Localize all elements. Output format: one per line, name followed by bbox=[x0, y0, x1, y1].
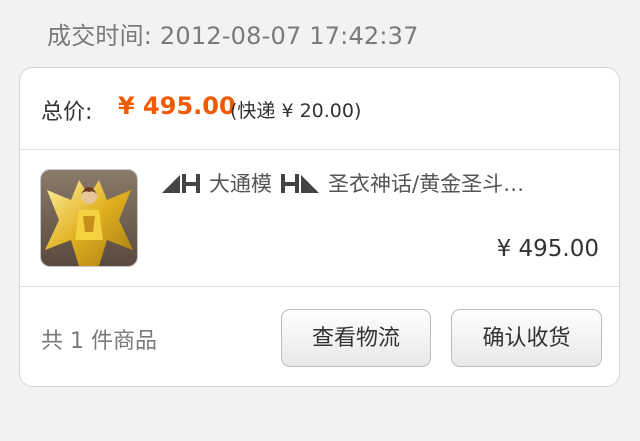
confirm-receipt-button[interactable]: 确认收货 bbox=[451, 309, 602, 367]
view-logistics-button[interactable]: 查看物流 bbox=[281, 309, 431, 367]
order-card: 总价: ¥ 495.00 (快递 ¥ 20.00) 大通模 圣衣神话/黄金圣斗…… bbox=[19, 67, 620, 387]
order-item[interactable]: 大通模 圣衣神话/黄金圣斗… ¥ 495.00 bbox=[20, 150, 619, 287]
item-title-part1: 大通模 bbox=[209, 172, 272, 196]
item-count: 共 1 件商品 bbox=[41, 329, 157, 354]
item-price: ¥ 495.00 bbox=[496, 236, 599, 262]
total-label: 总价: bbox=[41, 100, 93, 125]
item-title-part2: 圣衣神话/黄金圣斗… bbox=[328, 172, 525, 196]
order-total-row: 总价: ¥ 495.00 (快递 ¥ 20.00) bbox=[20, 68, 619, 150]
shipping-note: (快递 ¥ 20.00) bbox=[230, 100, 362, 122]
brand-logo-left-icon bbox=[161, 171, 203, 195]
brand-logo-right-icon bbox=[280, 171, 322, 195]
product-thumbnail[interactable] bbox=[40, 169, 138, 267]
order-footer: 共 1 件商品 查看物流 确认收货 bbox=[20, 287, 619, 386]
order-time: 成交时间: 2012-08-07 17:42:37 bbox=[47, 22, 419, 50]
total-price: ¥ 495.00 bbox=[118, 92, 236, 120]
item-title[interactable]: 大通模 圣衣神话/黄金圣斗… bbox=[161, 168, 581, 198]
